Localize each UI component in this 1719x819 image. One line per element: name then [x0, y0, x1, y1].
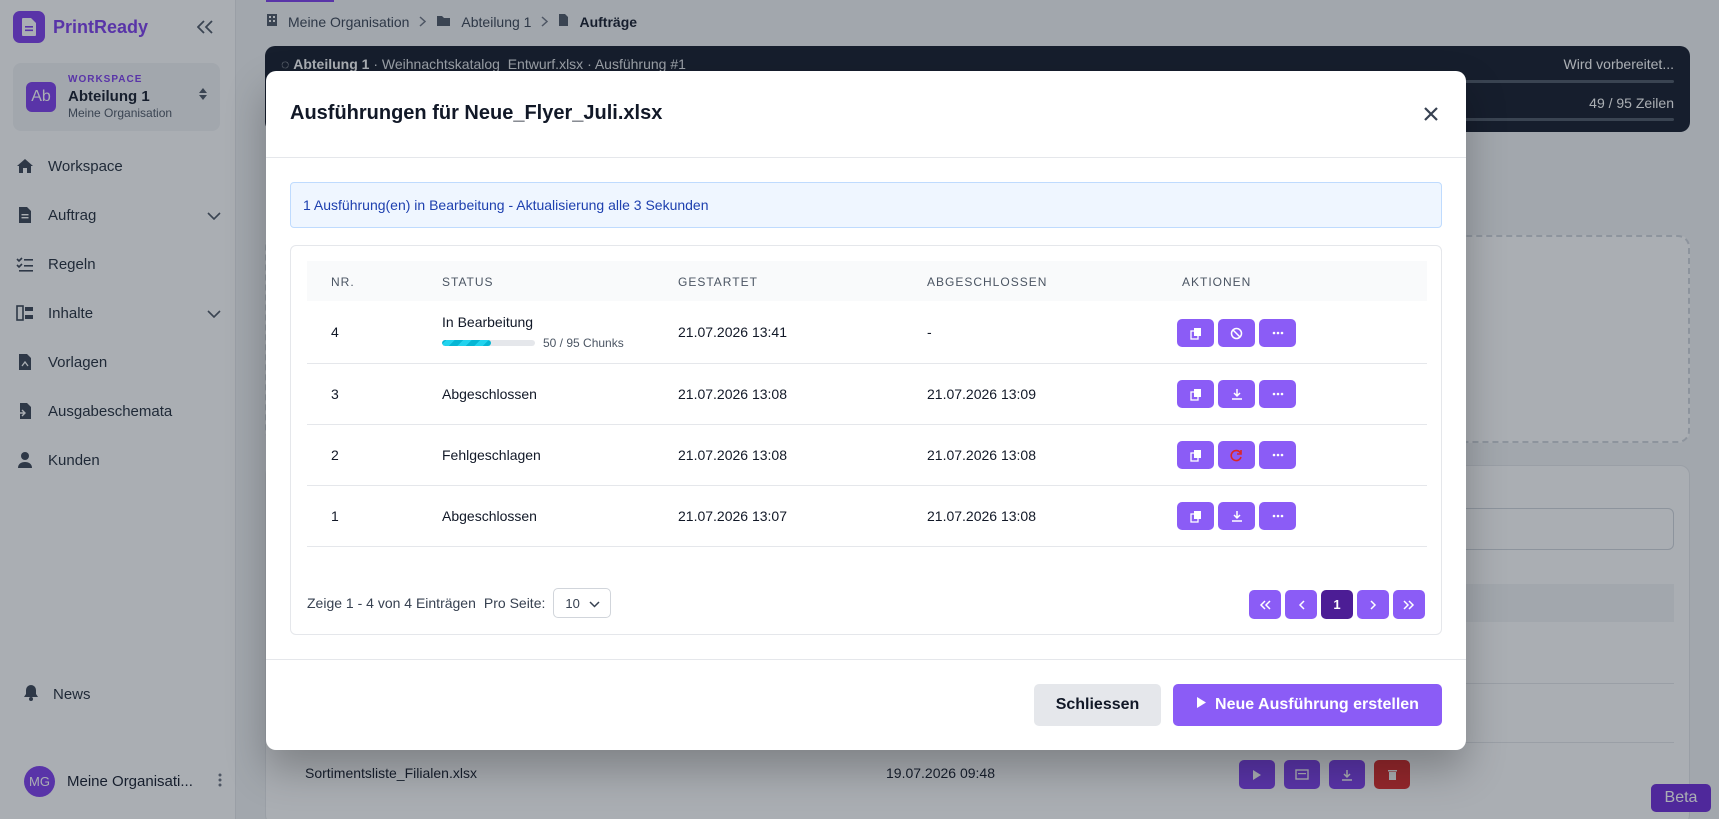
row-actions: [1177, 502, 1296, 530]
column-header: STATUS: [442, 275, 494, 289]
run-status: Abgeschlossen: [442, 508, 537, 524]
row-actions: [1177, 441, 1296, 469]
chunk-count: 50 / 95 Chunks: [543, 336, 624, 350]
pagination-summary: Zeige 1 - 4 von 4 Einträgen Pro Seite: 1…: [307, 588, 612, 618]
more-button[interactable]: [1259, 441, 1296, 469]
close-button[interactable]: Schliessen: [1034, 684, 1161, 726]
more-button[interactable]: [1259, 502, 1296, 530]
table-header: NR. STATUS GESTARTET ABGESCHLOSSEN AKTIO…: [307, 261, 1427, 301]
chevron-down-icon: [589, 596, 600, 611]
table-row: 3 Abgeschlossen 21.07.2026 13:08 21.07.2…: [307, 364, 1427, 425]
run-started: 21.07.2026 13:07: [678, 508, 787, 524]
per-page-select[interactable]: 10: [553, 588, 612, 618]
row-actions: [1177, 380, 1296, 408]
more-button[interactable]: [1259, 380, 1296, 408]
copy-button[interactable]: [1177, 380, 1214, 408]
copy-button[interactable]: [1177, 502, 1214, 530]
column-header: NR.: [331, 275, 355, 289]
run-status: Fehlgeschlagen: [442, 447, 541, 463]
new-execution-label: Neue Ausführung erstellen: [1215, 696, 1419, 713]
column-header: AKTIONEN: [1182, 275, 1252, 289]
run-finished: -: [927, 324, 932, 340]
per-page-label: Pro Seite:: [483, 595, 546, 611]
more-button[interactable]: [1259, 319, 1296, 347]
run-number: 2: [331, 447, 339, 463]
divider: [266, 659, 1466, 660]
executions-table: NR. STATUS GESTARTET ABGESCHLOSSEN AKTIO…: [290, 245, 1442, 635]
copy-button[interactable]: [1177, 441, 1214, 469]
progress-bar: [442, 340, 535, 346]
run-started: 21.07.2026 13:08: [678, 447, 787, 463]
table-row: 4 In Bearbeitung 50 / 95 Chunks 21.07.20…: [307, 302, 1427, 364]
run-number: 1: [331, 508, 339, 524]
last-page-button[interactable]: [1393, 590, 1425, 619]
close-icon[interactable]: [1420, 103, 1442, 125]
pagination: 1: [1249, 590, 1425, 619]
entries-summary: Zeige 1 - 4 von 4 Einträgen: [307, 595, 476, 611]
prev-page-button[interactable]: [1285, 590, 1317, 619]
run-number: 3: [331, 386, 339, 402]
per-page-value: 10: [565, 595, 580, 611]
column-header: GESTARTET: [678, 275, 758, 289]
run-finished: 21.07.2026 13:09: [927, 386, 1036, 402]
executions-modal: Ausführungen für Neue_Flyer_Juli.xlsx 1 …: [266, 71, 1466, 750]
download-button[interactable]: [1218, 380, 1255, 408]
divider: [266, 157, 1466, 158]
run-status: Abgeschlossen: [442, 386, 537, 402]
column-header: ABGESCHLOSSEN: [927, 275, 1048, 289]
table-row: 1 Abgeschlossen 21.07.2026 13:07 21.07.2…: [307, 486, 1427, 547]
run-finished: 21.07.2026 13:08: [927, 447, 1036, 463]
run-number: 4: [331, 324, 339, 340]
run-started: 21.07.2026 13:08: [678, 386, 787, 402]
info-banner: 1 Ausführung(en) in Bearbeitung - Aktual…: [290, 182, 1442, 228]
progress-fill: [442, 340, 491, 346]
modal-title: Ausführungen für Neue_Flyer_Juli.xlsx: [290, 102, 663, 124]
run-started: 21.07.2026 13:41: [678, 324, 787, 340]
download-button[interactable]: [1218, 502, 1255, 530]
row-actions: [1177, 319, 1296, 347]
play-icon: [1196, 696, 1207, 714]
run-finished: 21.07.2026 13:08: [927, 508, 1036, 524]
retry-button[interactable]: [1218, 441, 1255, 469]
next-page-button[interactable]: [1357, 590, 1389, 619]
new-execution-button[interactable]: Neue Ausführung erstellen: [1173, 684, 1442, 726]
copy-button[interactable]: [1177, 319, 1214, 347]
cancel-button[interactable]: [1218, 319, 1255, 347]
first-page-button[interactable]: [1249, 590, 1281, 619]
run-status: In Bearbeitung: [442, 314, 534, 330]
table-row: 2 Fehlgeschlagen 21.07.2026 13:08 21.07.…: [307, 425, 1427, 486]
page-button-current[interactable]: 1: [1321, 590, 1353, 619]
